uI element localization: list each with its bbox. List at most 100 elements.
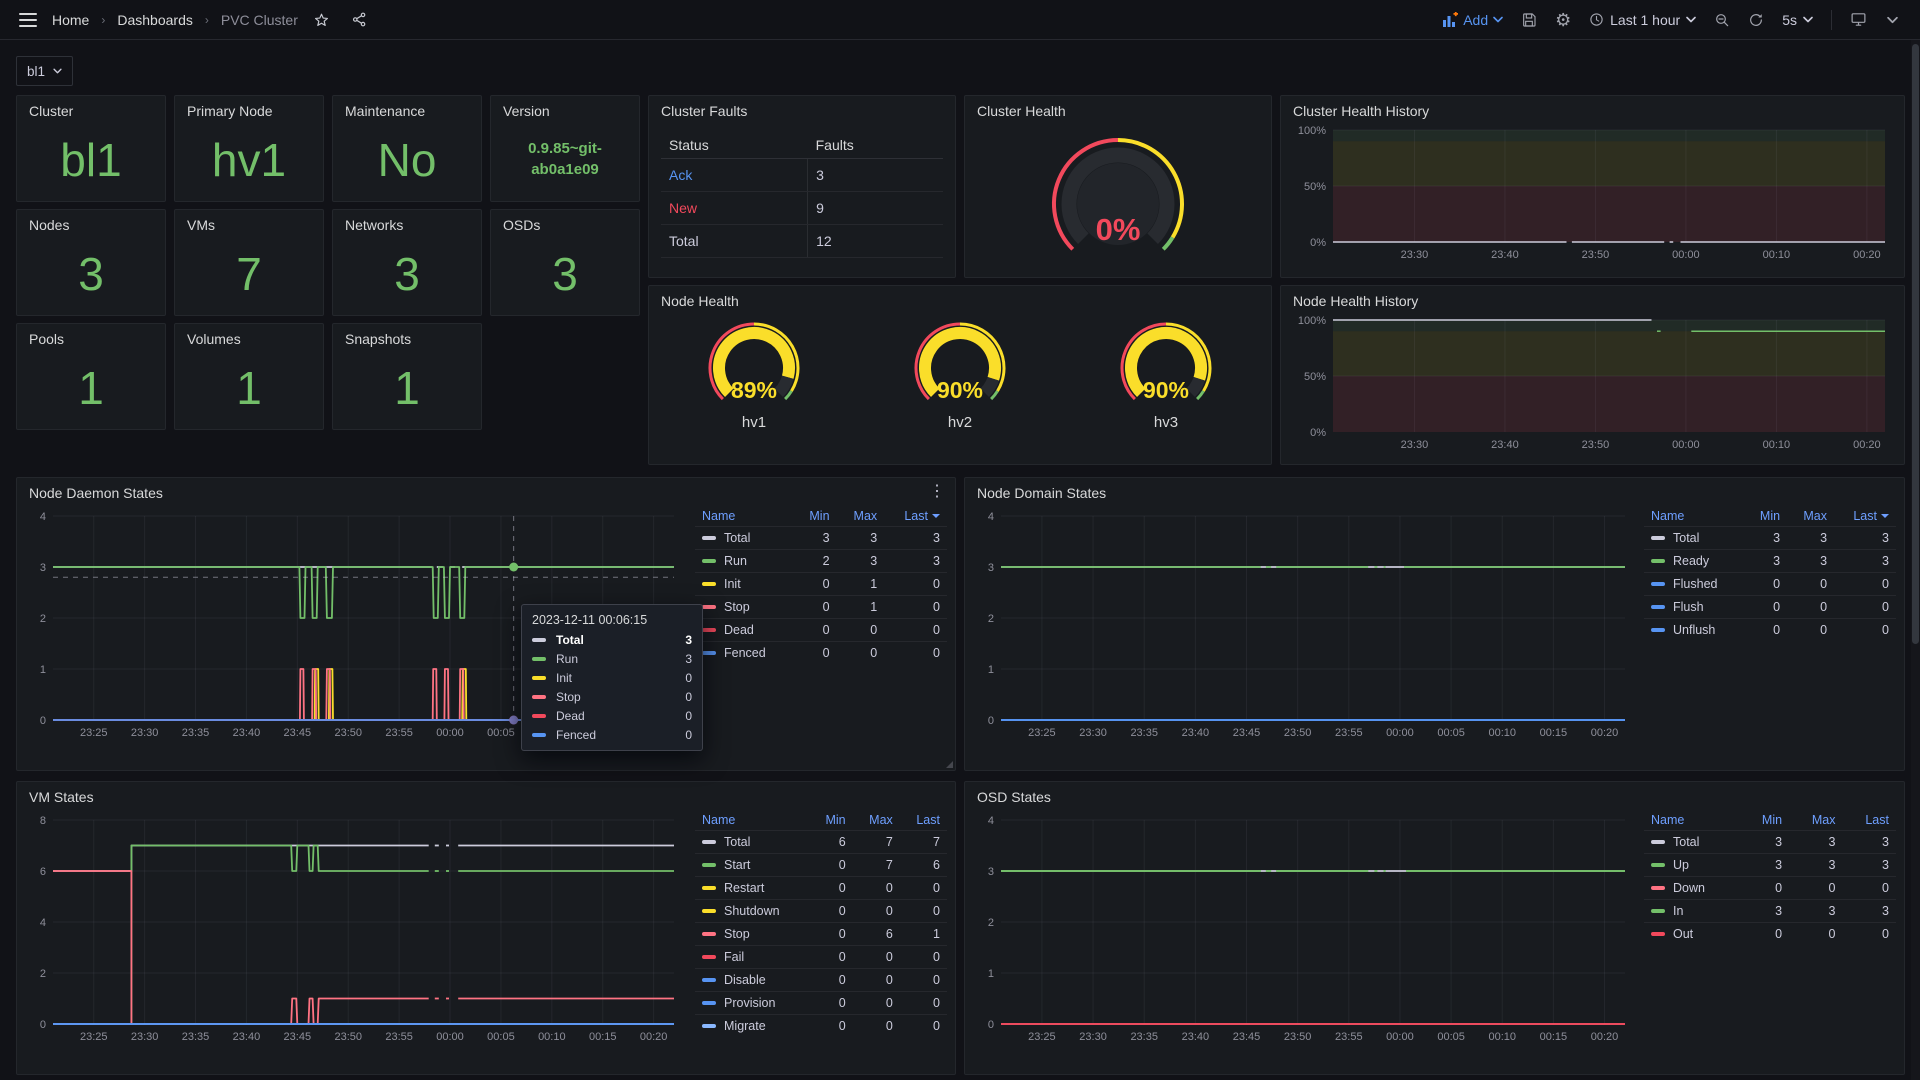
menu-toggle-button[interactable] [14,6,42,34]
legend-row-init[interactable]: Init010 [695,573,947,596]
stat-panel-osds: OSDs3 [490,209,640,316]
add-panel-button[interactable]: Add [1436,12,1509,28]
legend-row-down[interactable]: Down000 [1644,877,1896,900]
panel-title[interactable]: Node Domain States [965,478,1904,504]
refresh-button[interactable] [1742,6,1770,34]
legend-header-max[interactable]: Max [1787,506,1834,527]
share-dashboard-button[interactable] [346,6,374,34]
stat-title[interactable]: Networks [333,210,481,236]
stat-title[interactable]: Version [491,96,639,122]
legend-header-max[interactable]: Max [837,506,885,527]
legend-header-name[interactable]: Name [1644,810,1741,831]
panel-menu-button[interactable]: ⋮ [929,484,945,500]
legend-header-name[interactable]: Name [1644,506,1744,527]
legend-row-fenced[interactable]: Fenced000 [695,642,947,665]
node-health-history-chart[interactable]: 23:3023:4023:5000:0000:1000:200%50%100% [1281,312,1904,459]
legend-value: 0 [853,992,900,1015]
panel-resize-handle[interactable] [946,761,953,768]
legend-row-provision[interactable]: Provision000 [695,992,947,1015]
node-daemon-states-legend: NameMinMaxLastTotal333Run233Init010Stop0… [695,506,947,664]
svg-text:00:00: 00:00 [1386,1031,1414,1043]
legend-header-min[interactable]: Min [810,810,853,831]
panel-title[interactable]: Cluster Health History [1281,96,1904,122]
legend-row-stop[interactable]: Stop061 [695,923,947,946]
kiosk-mode-button[interactable] [1844,6,1872,34]
legend-row-total[interactable]: Total333 [695,527,947,550]
stat-title[interactable]: Maintenance [333,96,481,122]
stat-title[interactable]: OSDs [491,210,639,236]
legend-header-name[interactable]: Name [695,810,810,831]
stat-title[interactable]: Volumes [175,324,323,350]
legend-row-up[interactable]: Up333 [1644,854,1896,877]
legend-header-name[interactable]: Name [695,506,793,527]
zoom-out-time-button[interactable] [1708,6,1736,34]
legend-header-last[interactable]: Last [1834,506,1896,527]
faults-column-header[interactable]: Status [661,132,808,159]
legend-row-out[interactable]: Out000 [1644,923,1896,946]
panel-title[interactable]: Cluster Health [965,96,1271,122]
panel-title[interactable]: Cluster Faults [649,96,955,122]
legend-header-max[interactable]: Max [853,810,900,831]
legend-row-flush[interactable]: Flush000 [1644,596,1896,619]
osd-states-chart[interactable]: 23:2523:3023:3523:4023:4523:5023:5500:00… [975,810,1633,1053]
refresh-interval-picker[interactable]: 5s [1776,12,1819,28]
series-swatch [1651,840,1665,844]
fault-count: 3 [808,159,943,192]
series-swatch [702,932,716,936]
legend-header-max[interactable]: Max [1789,810,1842,831]
svg-text:0: 0 [40,1019,46,1031]
legend-row-dead[interactable]: Dead000 [695,619,947,642]
svg-text:2: 2 [988,613,994,625]
legend-header-last[interactable]: Last [884,506,947,527]
legend-row-fail[interactable]: Fail000 [695,946,947,969]
legend-row-ready[interactable]: Ready333 [1644,550,1896,573]
legend-header-last[interactable]: Last [1843,810,1897,831]
breadcrumb-dashboards[interactable]: Dashboards [117,12,193,28]
cluster-variable-dropdown[interactable]: bl1 [16,56,73,86]
legend-row-total[interactable]: Total677 [695,831,947,854]
panel-title[interactable]: Node Health History [1281,286,1904,312]
legend-header-min[interactable]: Min [793,506,836,527]
legend-header-min[interactable]: Min [1744,506,1787,527]
legend-row-unflush[interactable]: Unflush000 [1644,619,1896,642]
toolbar-expand-button[interactable] [1878,6,1906,34]
legend-row-run[interactable]: Run233 [695,550,947,573]
legend-value: 0 [884,596,947,619]
panel-title[interactable]: OSD States [965,782,1904,808]
legend-row-stop[interactable]: Stop010 [695,596,947,619]
stat-title[interactable]: Nodes [17,210,165,236]
stat-title[interactable]: Pools [17,324,165,350]
legend-row-start[interactable]: Start076 [695,854,947,877]
node-domain-states-chart[interactable]: 23:2523:3023:3523:4023:4523:5023:5500:00… [975,506,1633,749]
time-range-picker[interactable]: Last 1 hour [1583,12,1702,28]
legend-row-disable[interactable]: Disable000 [695,969,947,992]
svg-text:00:00: 00:00 [1672,249,1700,261]
dashboard-settings-button[interactable]: ⚙ [1549,6,1577,34]
stat-value: 3 [491,236,639,311]
faults-column-header[interactable]: Faults [808,132,943,159]
vm-states-chart[interactable]: 23:2523:3023:3523:4023:4523:5023:5500:00… [27,810,682,1053]
faults-row: Total12 [661,225,943,258]
scrollbar-thumb[interactable] [1912,44,1919,644]
legend-row-shutdown[interactable]: Shutdown000 [695,900,947,923]
legend-row-flushed[interactable]: Flushed000 [1644,573,1896,596]
legend-row-restart[interactable]: Restart000 [695,877,947,900]
chevron-down-icon [53,68,62,74]
legend-row-migrate[interactable]: Migrate000 [695,1015,947,1038]
favorite-star-button[interactable] [308,6,336,34]
stat-title[interactable]: Snapshots [333,324,481,350]
panel-title[interactable]: Node Health [649,286,1271,312]
breadcrumb-home[interactable]: Home [52,12,89,28]
legend-row-total[interactable]: Total333 [1644,527,1896,550]
legend-header-min[interactable]: Min [1741,810,1790,831]
cluster-health-history-chart[interactable]: 23:3023:4023:5000:0000:1000:200%50%100% [1281,122,1904,269]
legend-row-in[interactable]: In333 [1644,900,1896,923]
legend-header-last[interactable]: Last [900,810,947,831]
save-dashboard-button[interactable] [1515,6,1543,34]
panel-title[interactable]: Node Daemon States [17,478,955,504]
stat-title[interactable]: Cluster [17,96,165,122]
stat-title[interactable]: VMs [175,210,323,236]
legend-row-total[interactable]: Total333 [1644,831,1896,854]
stat-title[interactable]: Primary Node [175,96,323,122]
panel-title[interactable]: VM States [17,782,955,808]
